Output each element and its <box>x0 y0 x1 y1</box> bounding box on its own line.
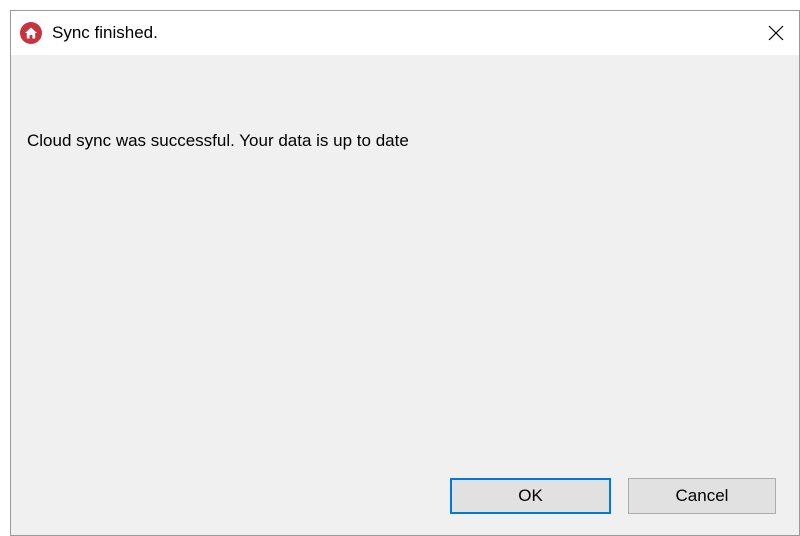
dialog-message: Cloud sync was successful. Your data is … <box>27 131 409 150</box>
close-button[interactable] <box>753 11 799 55</box>
home-icon <box>20 22 42 44</box>
title-bar[interactable]: Sync finished. <box>11 11 799 55</box>
dialog-title: Sync finished. <box>52 23 158 42</box>
cancel-button[interactable]: Cancel <box>628 478 776 514</box>
close-icon <box>768 25 784 41</box>
ok-button[interactable]: OK <box>450 478 611 514</box>
sync-finished-dialog: Sync finished. Cloud sync was successful… <box>10 10 800 536</box>
